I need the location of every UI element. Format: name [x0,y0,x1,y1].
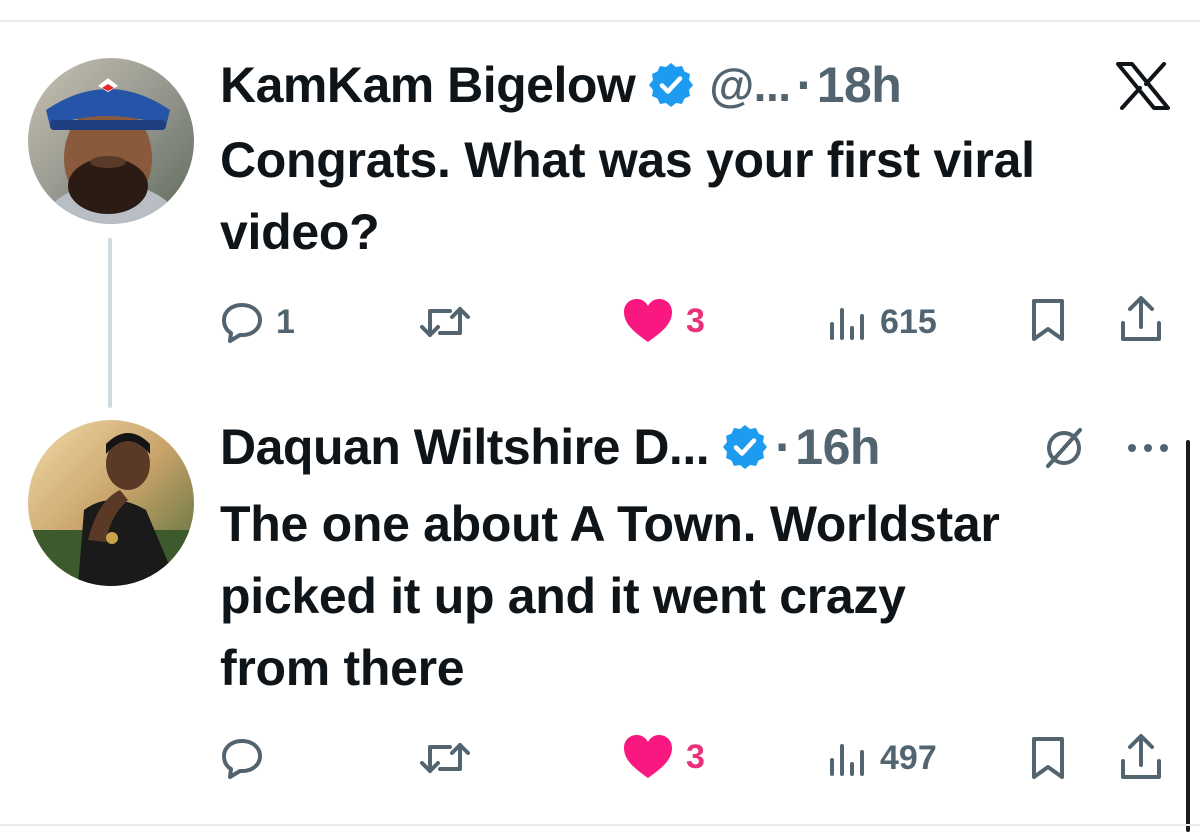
bottom-divider [0,824,1200,826]
views-button[interactable]: 497 [826,736,937,780]
like-count: 3 [686,737,705,776]
reply-icon [222,303,262,343]
verified-badge-icon[interactable] [721,423,769,471]
like-count: 3 [686,301,705,340]
separator-dot: · [775,419,792,475]
avatar-kamkam[interactable] [28,58,194,224]
bookmark-button[interactable] [1028,296,1068,344]
like-button[interactable]: 3 [622,734,705,780]
views-count: 497 [880,738,937,777]
tweet-header: Daquan Wiltshire D... · 16h [220,414,880,480]
handle[interactable]: @... [709,58,791,112]
reply-count: 1 [276,302,295,341]
bookmark-button[interactable] [1028,734,1068,782]
tweet-header: KamKam Bigelow @... · 18h [220,52,902,118]
share-button[interactable] [1118,294,1164,344]
tweet-text-line: from there [220,640,465,696]
avatar-daquan-image [28,420,194,586]
top-divider [0,20,1200,22]
share-icon [1121,296,1161,341]
reply-button[interactable]: 1 [220,300,295,344]
grok-icon[interactable] [1040,424,1088,477]
scrollbar[interactable] [1186,440,1190,832]
avatar-daquan[interactable] [28,420,194,586]
tweet-text-line: The one about A Town. Worldstar [220,496,1000,552]
retweet-icon [420,307,470,337]
avatar-kamkam-image [28,58,194,224]
display-name[interactable]: KamKam Bigelow [220,56,636,114]
separator-dot: · [796,57,814,113]
heart-icon [624,299,672,342]
views-icon [830,308,864,340]
share-icon [1121,734,1161,779]
like-button[interactable]: 3 [622,298,705,344]
retweet-button[interactable] [418,300,472,344]
views-icon [830,744,864,776]
retweet-button[interactable] [418,736,472,780]
retweet-icon [420,743,470,773]
reply-icon [222,739,262,779]
display-name[interactable]: Daquan Wiltshire D... [220,418,710,476]
tweet-text-line: video? [220,204,380,260]
timestamp[interactable]: 16h [795,418,880,476]
verified-badge-icon[interactable] [647,61,695,109]
views-button[interactable]: 615 [826,300,937,344]
thread-connector-line [108,238,112,408]
tweet-text-line: picked it up and it went crazy [220,568,906,624]
x-logo-icon[interactable] [1116,62,1170,115]
reply-button[interactable] [220,736,264,780]
tweet-text: The one about A Town. Worldstar picked i… [220,488,1180,704]
share-button[interactable] [1118,732,1164,782]
heart-icon [624,735,672,778]
tweet-text: Congrats. What was your first viral vide… [220,124,1180,268]
tweet-text-line: Congrats. What was your first viral [220,132,1035,188]
more-options-icon[interactable] [1124,440,1172,461]
views-count: 615 [880,302,937,341]
timestamp[interactable]: 18h [817,56,902,114]
bookmark-icon [1032,737,1064,779]
bookmark-icon [1032,299,1064,341]
